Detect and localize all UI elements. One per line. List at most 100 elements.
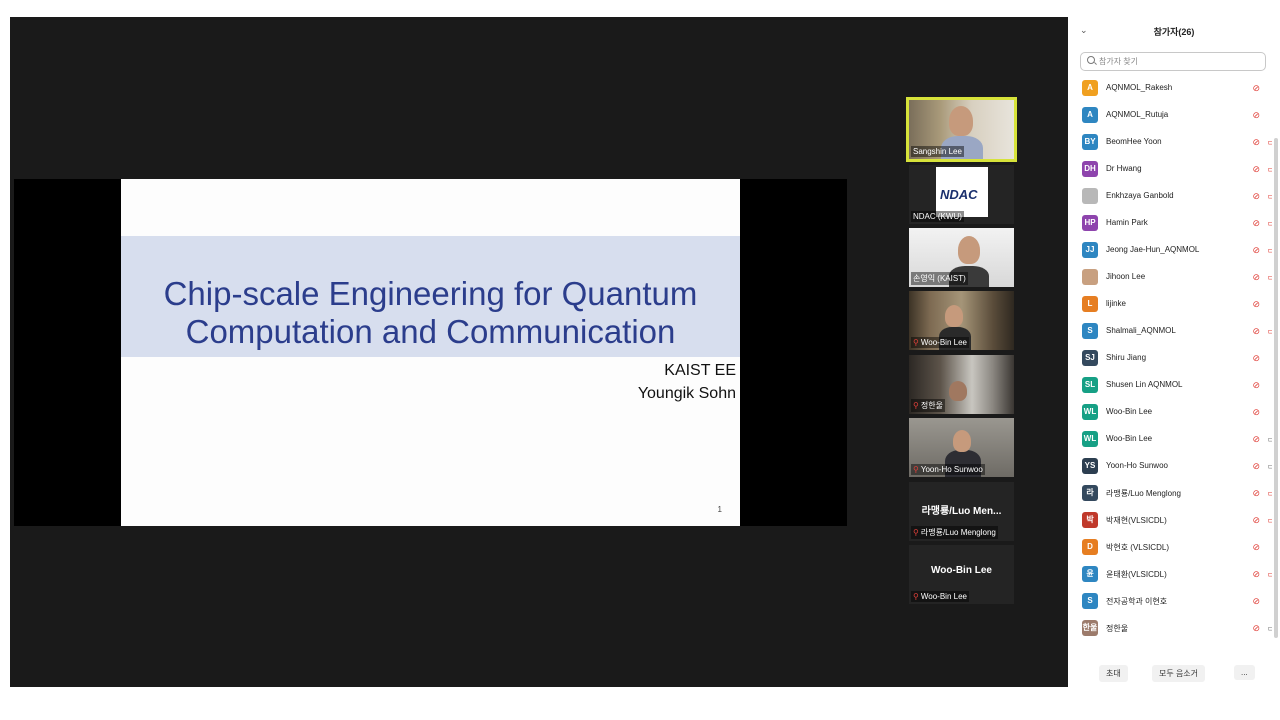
video-tile[interactable]: ⚲ Yoon-Ho Sunwoo <box>909 418 1014 477</box>
video-off-icon[interactable]: ▭ <box>1267 190 1272 202</box>
video-off-icon[interactable]: ▭ <box>1267 325 1272 337</box>
video-camera-icon[interactable]: ▭ <box>1267 622 1272 634</box>
participant-row[interactable]: HP Hamin Park ⊘ ▭ <box>1068 210 1272 237</box>
search-placeholder: 참가자 찾기 <box>1099 57 1139 66</box>
video-off-icon[interactable]: ▭ <box>1267 568 1272 580</box>
muted-mic-icon[interactable]: ⊘ <box>1252 244 1260 256</box>
participant-row[interactable]: DH Dr Hwang ⊘ ▭ <box>1068 156 1272 183</box>
avatar: WL <box>1082 404 1098 420</box>
muted-mic-icon[interactable]: ⊘ <box>1252 82 1260 94</box>
video-tile[interactable]: NDAC NDAC (KWU) <box>909 165 1014 224</box>
participant-name: Yoon-Ho Sunwoo <box>1106 461 1168 470</box>
participant-row[interactable]: Jihoon Lee ⊘ ▭ <box>1068 264 1272 291</box>
participant-name: lijinke <box>1106 299 1127 308</box>
participant-search-input[interactable]: 참가자 찾기 <box>1080 52 1266 71</box>
participant-name: Woo-Bin Lee <box>1106 434 1153 443</box>
video-off-icon[interactable]: ▭ <box>1267 163 1272 175</box>
presentation-slide: Chip-scale Engineering for Quantum Compu… <box>121 179 740 526</box>
logo-text: NDAC <box>940 187 978 202</box>
participant-list-scrollbar[interactable] <box>1274 138 1278 638</box>
participant-name: Enkhzaya Ganbold <box>1106 191 1174 200</box>
muted-mic-icon[interactable]: ⊘ <box>1252 622 1260 634</box>
participant-row[interactable]: Enkhzaya Ganbold ⊘ ▭ <box>1068 183 1272 210</box>
muted-mic-icon[interactable]: ⊘ <box>1252 136 1260 148</box>
muted-mic-icon[interactable]: ⊘ <box>1252 271 1260 283</box>
muted-mic-icon[interactable]: ⊘ <box>1252 433 1260 445</box>
participant-row[interactable]: SL Shusen Lin AQNMOL ⊘ <box>1068 372 1272 399</box>
video-tile[interactable]: 라맹룡/Luo Men... ⚲ 라맹룡/Luo Menglong <box>909 482 1014 541</box>
muted-mic-icon[interactable]: ⊘ <box>1252 109 1260 121</box>
video-off-icon[interactable]: ▭ <box>1267 271 1272 283</box>
muted-mic-icon[interactable]: ⊘ <box>1252 352 1260 364</box>
participant-row[interactable]: S Shalmali_AQNMOL ⊘ ▭ <box>1068 318 1272 345</box>
participant-row[interactable]: JJ Jeong Jae-Hun_AQNMOL ⊘ ▭ <box>1068 237 1272 264</box>
muted-mic-icon[interactable]: ⊘ <box>1252 217 1260 229</box>
avatar <box>1082 188 1098 204</box>
mute-all-button[interactable]: 모두 음소거 <box>1152 665 1206 682</box>
participant-name: 윤태환(VLSICDL) <box>1106 570 1167 579</box>
muted-mic-icon[interactable]: ⊘ <box>1252 514 1260 526</box>
participant-row[interactable]: SJ Shiru Jiang ⊘ <box>1068 345 1272 372</box>
tile-name-text: 정한울 <box>920 401 943 410</box>
video-off-icon[interactable]: ▭ <box>1267 514 1272 526</box>
participant-row[interactable]: WL Woo-Bin Lee ⊘ <box>1068 399 1272 426</box>
search-icon <box>1087 56 1095 64</box>
muted-mic-icon[interactable]: ⊘ <box>1252 460 1260 472</box>
muted-mic-icon[interactable]: ⊘ <box>1252 379 1260 391</box>
video-camera-icon[interactable]: ▭ <box>1267 460 1272 472</box>
participant-row[interactable]: A AQNMOL_Rakesh ⊘ <box>1068 75 1272 102</box>
avatar: WL <box>1082 431 1098 447</box>
participant-name: Hamin Park <box>1106 218 1148 227</box>
participant-row[interactable]: BY BeomHee Yoon ⊘ ▭ <box>1068 129 1272 156</box>
avatar: A <box>1082 80 1098 96</box>
muted-mic-icon[interactable]: ⊘ <box>1252 406 1260 418</box>
muted-mic-icon: ⚲ <box>913 528 919 537</box>
participant-name: Shusen Lin AQNMOL <box>1106 380 1183 389</box>
tile-name: 손영익 (KAIST) <box>911 272 968 285</box>
ndac-logo: NDAC <box>936 167 988 217</box>
more-button[interactable]: ... <box>1234 665 1255 680</box>
avatar <box>1082 269 1098 285</box>
participant-row[interactable]: 한울 정한울 ⊘ ▭ <box>1068 615 1272 642</box>
participant-row[interactable]: 윤 윤태환(VLSICDL) ⊘ ▭ <box>1068 561 1272 588</box>
muted-mic-icon: ⚲ <box>913 592 919 601</box>
muted-mic-icon[interactable]: ⊘ <box>1252 541 1260 553</box>
muted-mic-icon[interactable]: ⊘ <box>1252 487 1260 499</box>
video-off-icon[interactable]: ▭ <box>1267 217 1272 229</box>
participant-name: 정한울 <box>1106 624 1129 633</box>
tile-name: ⚲ 정한울 <box>911 399 945 412</box>
participants-panel: ⌄ 참가자(26) 참가자 찾기 A AQNMOL_Rakesh ⊘ A AQNMOL_… <box>1068 17 1280 687</box>
avatar: A <box>1082 107 1098 123</box>
video-tile[interactable]: ⚲ Woo-Bin Lee <box>909 291 1014 350</box>
participant-row[interactable]: YS Yoon-Ho Sunwoo ⊘ ▭ <box>1068 453 1272 480</box>
video-tile-speaker[interactable]: Sangshin Lee <box>906 97 1017 162</box>
participant-name: AQNMOL_Rakesh <box>1106 83 1173 92</box>
participant-row[interactable]: S 전자공학과 이현호 ⊘ <box>1068 588 1272 615</box>
video-camera-icon[interactable]: ▭ <box>1267 433 1272 445</box>
avatar: SL <box>1082 377 1098 393</box>
participant-name: 라맹룡/Luo Menglong <box>1106 489 1182 498</box>
participant-name: Jeong Jae-Hun_AQNMOL <box>1106 245 1200 254</box>
muted-mic-icon[interactable]: ⊘ <box>1252 568 1260 580</box>
participant-row[interactable]: 박 박재현(VLSICDL) ⊘ ▭ <box>1068 507 1272 534</box>
muted-mic-icon[interactable]: ⊘ <box>1252 163 1260 175</box>
avatar: L <box>1082 296 1098 312</box>
video-off-icon[interactable]: ▭ <box>1267 487 1272 499</box>
participant-row[interactable]: A AQNMOL_Rutuja ⊘ <box>1068 102 1272 129</box>
participant-row[interactable]: Llijinke ⊘ <box>1068 291 1272 318</box>
video-off-icon[interactable]: ▭ <box>1267 244 1272 256</box>
participant-row[interactable]: WL Woo-Bin Lee ⊘ ▭ <box>1068 426 1272 453</box>
slide-author: Youngik Sohn <box>637 385 736 402</box>
muted-mic-icon[interactable]: ⊘ <box>1252 298 1260 310</box>
invite-button[interactable]: 초대 <box>1099 665 1128 682</box>
video-tile[interactable]: 손영익 (KAIST) <box>909 228 1014 287</box>
participant-row[interactable]: D 박현호 (VLSICDL) ⊘ <box>1068 534 1272 561</box>
muted-mic-icon[interactable]: ⊘ <box>1252 325 1260 337</box>
video-off-icon[interactable]: ▭ <box>1267 136 1272 148</box>
muted-mic-icon[interactable]: ⊘ <box>1252 190 1260 202</box>
muted-mic-icon[interactable]: ⊘ <box>1252 595 1260 607</box>
person-face <box>949 381 967 401</box>
video-tile[interactable]: Woo-Bin Lee ⚲ Woo-Bin Lee <box>909 545 1014 604</box>
participant-row[interactable]: 라 라맹룡/Luo Menglong ⊘ ▭ <box>1068 480 1272 507</box>
video-tile[interactable]: ⚲ 정한울 <box>909 355 1014 414</box>
